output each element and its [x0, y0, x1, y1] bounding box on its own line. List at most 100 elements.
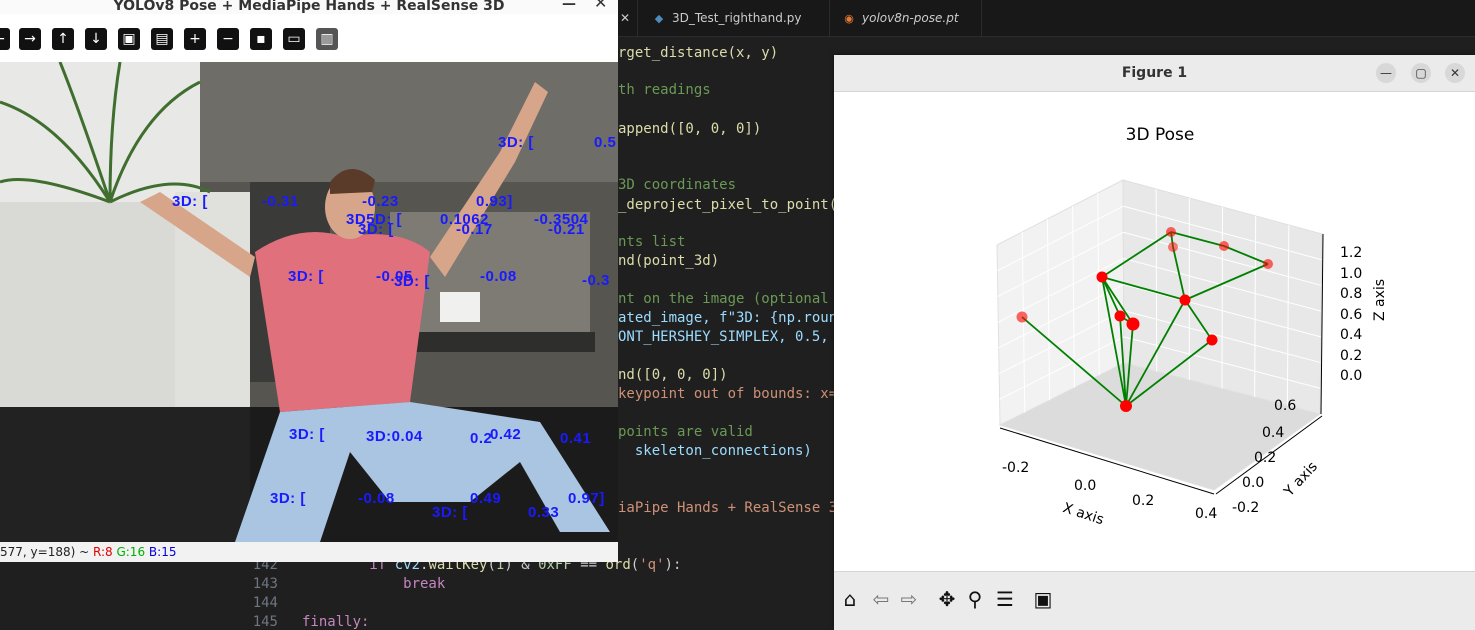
python-file-icon: ◆ [654, 12, 664, 25]
pose-point [1096, 271, 1108, 283]
keypoint-label: 0.97] [568, 490, 605, 507]
minimize-button[interactable]: — [1376, 63, 1396, 83]
save-icon[interactable]: ▪ [250, 28, 272, 50]
zoom-in-icon[interactable]: + [184, 28, 206, 50]
tab-yolov8n-pose[interactable]: ◉ yolov8n-pose.pt [830, 0, 982, 36]
z-tick-label: 0.6 [1340, 307, 1362, 323]
keypoint-label: 3D: [ [289, 426, 325, 443]
chart-title: 3D Pose [1126, 125, 1195, 145]
keypoint-label: 0.42 [490, 426, 522, 443]
opencv-window[interactable]: YOLOv8 Pose + MediaPipe Hands + RealSens… [0, 0, 618, 562]
x-tick-label: -0.2 [1002, 460, 1029, 476]
window-title: YOLOv8 Pose + MediaPipe Hands + RealSens… [113, 0, 505, 14]
y-tick-label: -0.2 [1232, 500, 1259, 516]
window-title-bar[interactable]: Figure 1 — ▢ ✕ [834, 55, 1475, 92]
keypoint-label: 0.49 [470, 490, 502, 507]
keypoint-label: 3D: [ [270, 490, 306, 507]
editor-tab-bar: ✕ ◆ 3D_Test_righthand.py ◉ yolov8n-pose.pt [618, 0, 1475, 37]
zoom-icon[interactable]: ⚲ [962, 586, 988, 612]
forward-icon[interactable]: ⇨ [896, 586, 922, 612]
pose-point [1166, 227, 1176, 237]
opencv-toolbar: ← → ↑ ↓ ▣ ▤ + − ▪ ▭ ▥ [0, 26, 618, 58]
z-tick-label: 0.8 [1340, 286, 1362, 302]
configure-icon[interactable]: ☰ [992, 586, 1018, 612]
close-button[interactable]: ✕ [594, 0, 607, 11]
code-line: 3D coordinates [618, 177, 737, 193]
z-tick-label: 1.0 [1340, 266, 1362, 282]
window-title-bar[interactable]: YOLOv8 Pose + MediaPipe Hands + RealSens… [0, 0, 618, 14]
save-icon[interactable]: ▣ [1030, 586, 1056, 612]
line-number: 145 [252, 614, 278, 630]
arrow-right-icon[interactable]: → [19, 28, 41, 50]
figure-canvas[interactable]: 3D Pose -0.2 0.0 0.2 0.4 -0.2 0.0 0.2 0.4 0.6 0.0… [834, 92, 1475, 571]
code-line: _deproject_pixel_to_point( [618, 197, 838, 213]
keypoint-label: -0.21 [548, 221, 585, 238]
pose-point [1206, 334, 1218, 346]
y-tick-label: 0.2 [1254, 450, 1276, 466]
keypoint-label: -0.08 [480, 268, 517, 285]
code-line: keypoint out of bounds: x= [618, 386, 838, 402]
code-line: nd([0, 0, 0]) [618, 367, 728, 383]
z-axis-label: Z axis [1372, 279, 1388, 321]
code-line: ated_image, f"3D: {np.roun [618, 310, 838, 326]
camera-frame[interactable]: 3D: [ 0.5 3D: [ -0.31 -0.23 0.93] 3D5D: … [0, 62, 618, 542]
grid-line [1155, 188, 1158, 372]
pose-point [1114, 310, 1126, 322]
image-settings-icon[interactable]: ▤ [151, 28, 173, 50]
clipboard-icon[interactable]: ▭ [283, 28, 305, 50]
pose-point [1168, 242, 1178, 252]
code-line: nts list [618, 234, 686, 250]
3d-pose-plot[interactable]: 3D Pose -0.2 0.0 0.2 0.4 -0.2 0.0 0.2 0.4 0.6 0.0… [834, 92, 1475, 571]
z-tick-label: 1.2 [1340, 245, 1362, 261]
keypoint-label: -0.08 [358, 490, 395, 507]
keypoint-label: 3D: [ [394, 273, 430, 290]
properties-icon[interactable]: ▥ [316, 28, 338, 50]
arrow-up-icon[interactable]: ↑ [52, 28, 74, 50]
code-line: rget_distance(x, y) [618, 45, 779, 61]
pixel-b: B:15 [148, 545, 177, 559]
image-icon[interactable]: ▣ [118, 28, 140, 50]
keypoint-label: 3D: [ [288, 268, 324, 285]
pose-point [1120, 400, 1132, 412]
maximize-button[interactable]: ▢ [1411, 63, 1431, 83]
close-icon: ✕ [620, 11, 631, 25]
line-number: 144 [252, 595, 278, 611]
code-line: th readings [618, 82, 711, 98]
status-bar: 577, y=188) ~ R:8 G:16 B:15 [0, 542, 618, 562]
y-axis-label: Y axis [1281, 459, 1321, 501]
figure-window[interactable]: Figure 1 — ▢ ✕ 3D Pose -0.2 0.0 0.2 0.4 -0.2… [834, 55, 1475, 630]
pose-point [1126, 317, 1140, 331]
back-icon[interactable]: ⇦ [868, 586, 894, 612]
pose-point [1219, 241, 1229, 251]
pixel-g: G:16 [116, 545, 146, 559]
code-line: ONT_HERSHEY_SIMPLEX, 0.5, [618, 329, 829, 345]
keypoint-label: 0.41 [560, 430, 592, 447]
pan-icon[interactable]: ✥ [934, 586, 960, 612]
arrow-down-icon[interactable]: ↓ [85, 28, 107, 50]
pose-point [1263, 259, 1273, 269]
pixel-r: R:8 [92, 545, 113, 559]
pose-point [1179, 294, 1191, 306]
close-button[interactable]: ✕ [1445, 63, 1465, 83]
zoom-out-icon[interactable]: − [217, 28, 239, 50]
code-line: break [302, 576, 446, 592]
pose-point [1016, 311, 1028, 323]
code-line: nt on the image (optional [618, 291, 829, 307]
keypoint-label: 0.5 [594, 134, 617, 151]
z-tick-label: 0.4 [1340, 327, 1362, 343]
z-tick-label: 0.2 [1340, 348, 1362, 364]
keypoint-label: -0.31 [262, 193, 299, 210]
tab-3d-test-righthand[interactable]: ◆ 3D_Test_righthand.py [640, 0, 830, 36]
arrow-left-icon[interactable]: ← [0, 28, 10, 50]
y-tick-label: 0.6 [1274, 398, 1296, 414]
grid-line [1221, 206, 1223, 389]
rss-file-icon: ◉ [844, 12, 854, 25]
keypoint-label: -0.17 [456, 221, 493, 238]
keypoint-label: 3D: [ [172, 193, 208, 210]
minimize-button[interactable]: — [562, 0, 576, 11]
home-icon[interactable]: ⌂ [837, 586, 863, 612]
line-number: 143 [252, 576, 278, 592]
keypoint-label: 3D:0.04 [366, 428, 423, 445]
keypoint-label: 0.33 [528, 504, 560, 521]
tab-close-button[interactable]: ✕ [618, 0, 638, 36]
